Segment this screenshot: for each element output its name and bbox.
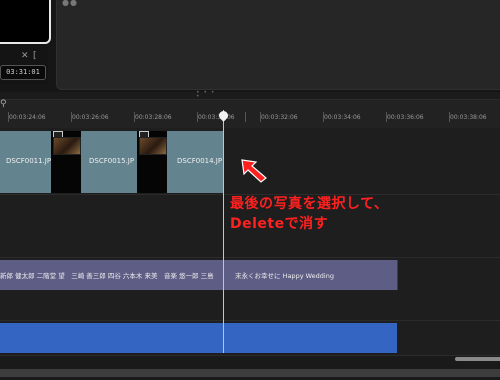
clip-label: DSCF0015.JP <box>89 157 135 165</box>
ruler-tick-label: 00:03:26:06 <box>72 114 109 121</box>
timeline-ruler[interactable]: 00:03:24:06 00:03:26:06 00:03:28:06 00:0… <box>0 99 500 129</box>
ruler-tick-label: 00:03:38:06 <box>450 114 487 121</box>
annotation-text: Deleteで消す <box>230 216 329 232</box>
playhead-line[interactable] <box>223 110 224 353</box>
close-icon[interactable]: ✕ <box>21 51 29 61</box>
panel-handle-icon: ●● <box>62 0 78 7</box>
ruler-tick <box>8 112 9 122</box>
photo-clip[interactable]: DSCF0015.JP <box>81 131 138 193</box>
preview-window <box>0 0 51 44</box>
ruler-tick <box>386 112 387 122</box>
ruler-tick-label: 00:03:24:06 <box>9 114 46 121</box>
ruler-tick-label: 00:03:36:06 <box>387 114 424 121</box>
ruler-tick-label: 00:03:28:06 <box>135 114 172 121</box>
bottom-bar <box>0 369 500 377</box>
transition-clip[interactable] <box>137 131 167 193</box>
ruler-tick <box>323 112 324 122</box>
transition-thumbnail <box>139 137 167 155</box>
zoom-icon[interactable]: ⚲ <box>0 99 7 109</box>
title-clip-text: 新郎 健太郎 二階堂 望 三崎 善三郎 四谷 六本木 来美 音楽 悠一郎 三島 <box>0 272 214 280</box>
ruler-tick-label: 00:03:34:06 <box>324 114 361 121</box>
clip-label: DSCF0014.JP <box>177 157 223 165</box>
title-clip-text: 末永くお幸せに Happy Wedding <box>235 272 334 280</box>
annotation-text: 最後の写真を選択して、 <box>230 196 389 212</box>
transition-clip[interactable] <box>51 131 81 193</box>
library-panel <box>56 0 500 90</box>
clip-label: DSCF0011.JP <box>6 157 52 165</box>
scrollbar-thumb[interactable] <box>455 357 500 361</box>
ruler-tick <box>197 112 198 122</box>
ruler-tick <box>260 112 261 122</box>
ruler-tick-label: 00:03:30:06 <box>198 114 235 121</box>
photo-clip[interactable]: DSCF0011.JP <box>0 131 52 193</box>
splitter-grip-icon[interactable]: • • • • <box>196 90 216 100</box>
ruler-tick <box>134 112 135 122</box>
timecode-display[interactable]: 03:31:01 <box>0 65 46 80</box>
ruler-tick-label: 00:03:32:06 <box>261 114 298 121</box>
music-clip[interactable] <box>0 323 397 353</box>
photo-clip-selected[interactable]: DSCF0014.JP <box>167 131 224 193</box>
transition-thumbnail <box>53 137 81 155</box>
bracket-icon[interactable]: [ <box>33 51 37 61</box>
ruler-tick <box>245 112 246 122</box>
ruler-tick <box>449 112 450 122</box>
title-clip[interactable]: 新郎 健太郎 二階堂 望 三崎 善三郎 四谷 六本木 来美 音楽 悠一郎 三島 … <box>0 260 398 290</box>
red-arrow-icon <box>241 159 267 183</box>
ruler-tick <box>71 112 72 122</box>
